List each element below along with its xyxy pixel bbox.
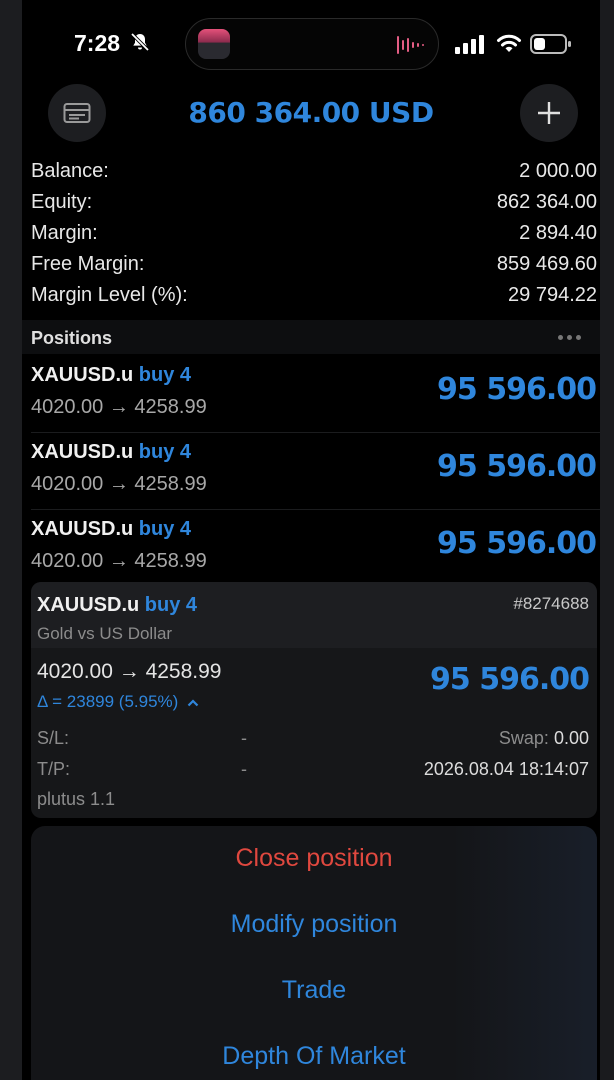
summary-row-margin: Margin: 2 894.40: [31, 222, 597, 253]
position-row[interactable]: XAUUSD.u buy 4 4020.00 → 4258.99 95 596.…: [22, 356, 600, 432]
position-symbol: XAUUSD.u: [31, 441, 134, 463]
position-row[interactable]: XAUUSD.u buy 4 4020.00 → 4258.99 95 596.…: [22, 433, 600, 509]
status-bar: 7:28: [22, 0, 600, 88]
tp-label: T/P:: [37, 759, 71, 779]
wifi-icon: [497, 34, 521, 52]
position-profit: 95 596.00: [437, 372, 597, 407]
position-title: XAUUSD.u buy 4: [31, 441, 191, 464]
device-frame-left: [0, 0, 22, 1080]
position-symbol: XAUUSD.u: [31, 518, 134, 540]
summary-label: Margin Level (%):: [31, 284, 188, 306]
summary-label: Margin:: [31, 222, 98, 244]
silent-bell-icon: [130, 32, 150, 52]
summary-row-balance: Balance: 2 000.00: [31, 160, 597, 191]
position-prices: 4020.00 → 4258.99: [31, 396, 207, 418]
dynamic-island[interactable]: [185, 18, 439, 70]
open-time: 2026.08.04 18:14:07: [423, 759, 589, 779]
summary-label: Balance:: [31, 160, 109, 182]
summary-row-free-margin: Free Margin: 859 469.60: [31, 253, 597, 284]
summary-value: 2 894.40: [519, 222, 597, 244]
position-side: buy 4: [138, 441, 192, 463]
position-profit: 95 596.00: [437, 526, 597, 561]
sl-label: S/L:: [37, 728, 70, 748]
position-prices: 4020.00 → 4258.99: [31, 550, 207, 572]
chevron-up-icon: [187, 698, 199, 706]
battery-icon: [530, 34, 571, 54]
plus-icon: [538, 102, 560, 124]
position-action-sheet: Close position Modify position Trade Dep…: [31, 826, 597, 1080]
trade-button[interactable]: Trade: [31, 976, 597, 1005]
status-time: 7:28: [74, 30, 121, 56]
swap-label: Swap:: [498, 728, 549, 748]
equity-title: 860 364.00 USD: [188, 96, 434, 129]
position-symbol: XAUUSD.u: [31, 364, 134, 386]
device-frame-right: [600, 0, 614, 1080]
cellular-signal-icon: [455, 35, 484, 54]
position-profit: 95 596.00: [437, 449, 597, 484]
depth-of-market-button[interactable]: Depth Of Market: [31, 1042, 597, 1071]
summary-value: 2 000.00: [519, 160, 597, 182]
new-order-button[interactable]: [520, 84, 578, 142]
symbol-description: Gold vs US Dollar: [37, 624, 173, 643]
tp-value: -: [241, 759, 247, 779]
position-title: XAUUSD.u buy 4: [31, 518, 191, 541]
selected-position-card[interactable]: XAUUSD.u buy 4 #8274688 Gold vs US Dolla…: [31, 582, 597, 818]
position-row[interactable]: XAUUSD.u buy 4 4020.00 → 4258.99 95 596.…: [22, 510, 600, 586]
positions-section-header: Positions: [22, 320, 600, 354]
swap-field: Swap: 0.00: [499, 728, 589, 749]
sl-value: -: [241, 728, 247, 748]
summary-value: 29 794.22: [508, 284, 597, 306]
now-playing-thumbnail-icon: [198, 29, 230, 59]
close-position-button[interactable]: Close position: [31, 844, 597, 873]
position-side: buy 4: [138, 364, 192, 386]
positions-title: Positions: [31, 328, 113, 348]
position-side: buy 4: [138, 518, 192, 540]
card-prices: 4020.00 → 4258.99: [37, 660, 222, 683]
audio-waveform-icon: [397, 36, 424, 54]
summary-label: Free Margin:: [31, 253, 145, 275]
card-profit: 95 596.00: [430, 662, 590, 697]
app-screen: 7:28 860 364.00 USD Balance: 2 000.00 Eq…: [22, 0, 600, 1080]
card-symbol: XAUUSD.u: [37, 594, 140, 616]
position-title: XAUUSD.u buy 4: [31, 364, 191, 387]
price-delta[interactable]: Δ = 23899 (5.95%): [37, 692, 199, 712]
position-prices: 4020.00 → 4258.99: [31, 473, 207, 495]
modify-position-button[interactable]: Modify position: [31, 910, 597, 939]
swap-value: 0.00: [553, 728, 589, 748]
summary-row-equity: Equity: 862 364.00: [31, 191, 597, 222]
summary-value: 862 364.00: [496, 191, 597, 213]
more-options-icon[interactable]: [558, 335, 581, 340]
card-side: buy 4: [144, 594, 198, 616]
position-comment: plutus 1.1: [37, 789, 116, 809]
summary-value: 859 469.60: [496, 253, 597, 275]
summary-label: Equity:: [31, 191, 93, 213]
account-summary: Balance: 2 000.00 Equity: 862 364.00 Mar…: [31, 160, 597, 315]
ticket-number: #8274688: [513, 594, 589, 613]
summary-row-margin-level: Margin Level (%): 29 794.22: [31, 284, 597, 315]
card-title: XAUUSD.u buy 4: [37, 594, 197, 617]
delta-text: Δ = 23899 (5.95%): [37, 692, 179, 711]
